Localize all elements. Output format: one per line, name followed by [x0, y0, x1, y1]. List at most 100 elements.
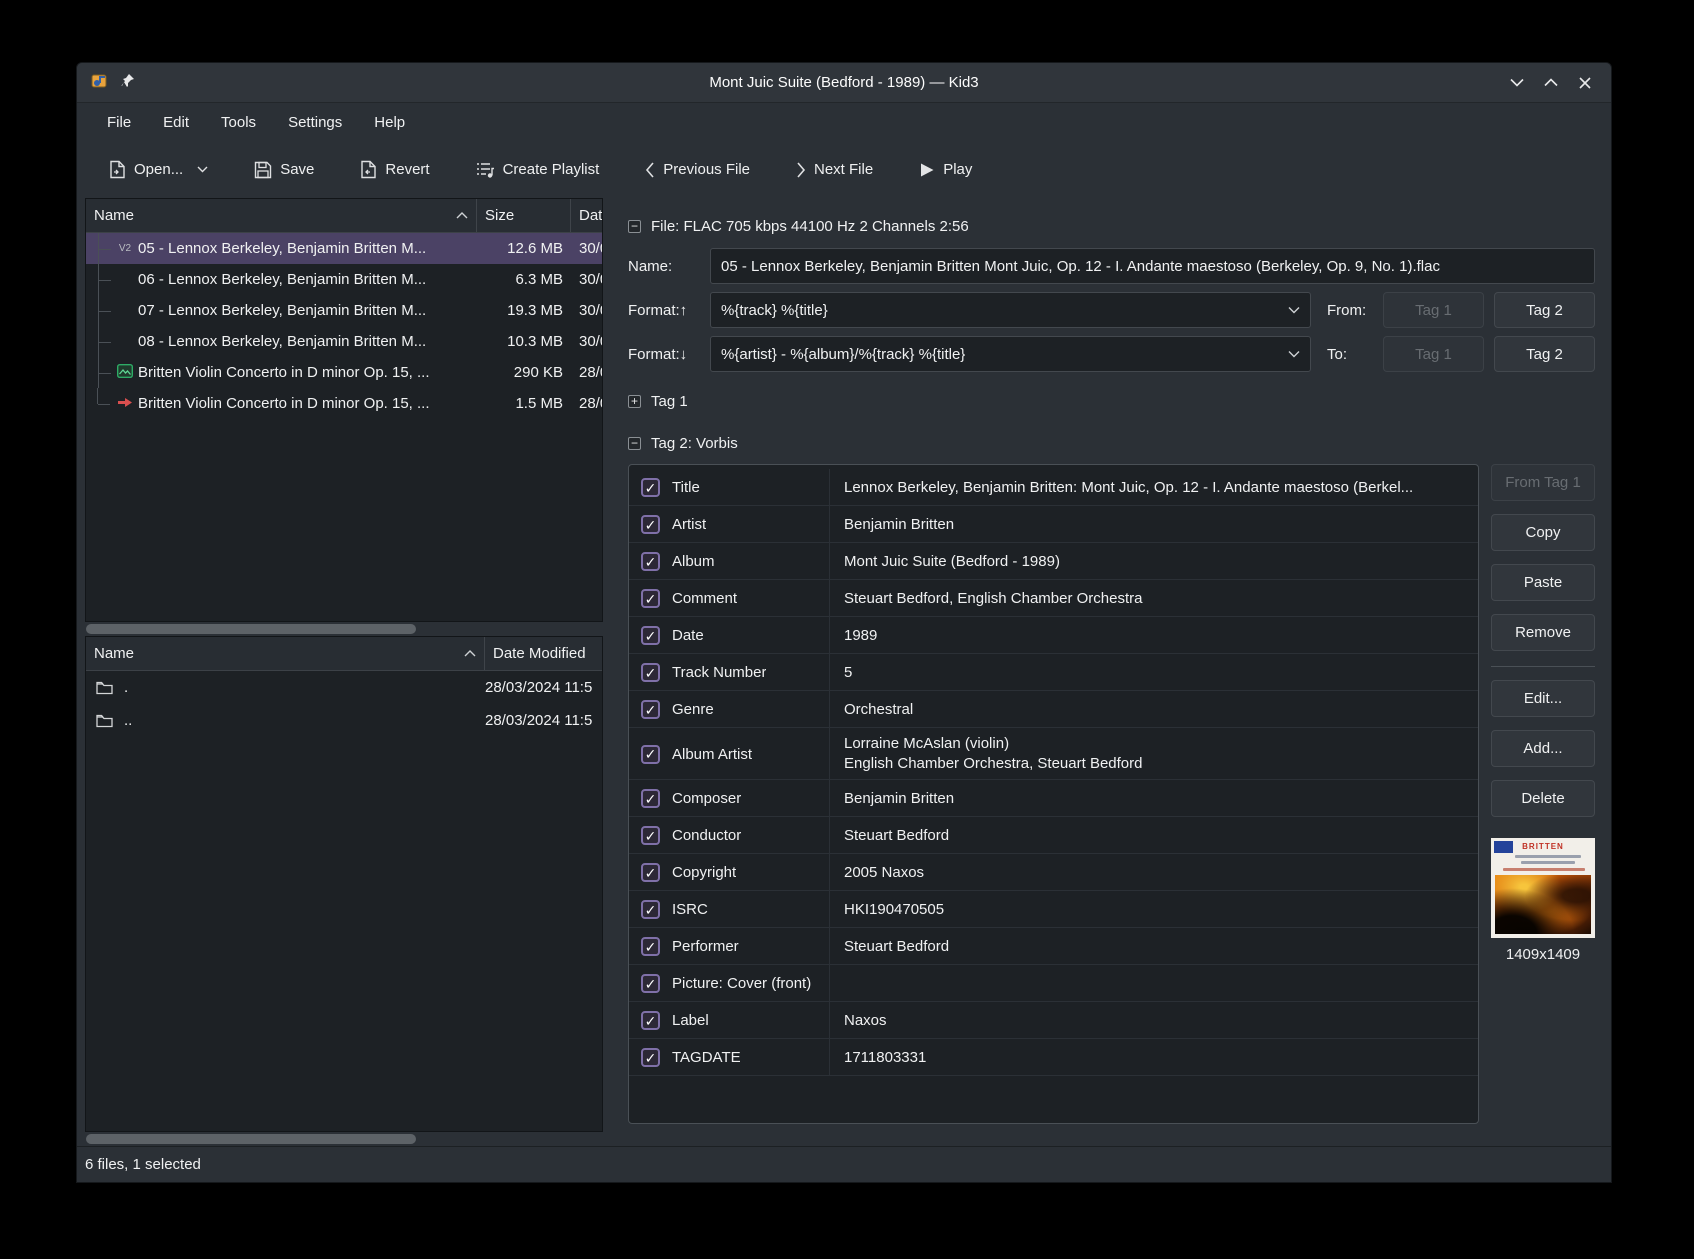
format-down-combobox[interactable]: %{artist} - %{album}/%{track} %{title}	[710, 336, 1311, 372]
directory-row[interactable]: . 28/03/2024 11:5	[86, 671, 602, 704]
tag-field-cell[interactable]: ✓ Comment	[629, 580, 829, 617]
checkbox-checked-icon[interactable]: ✓	[641, 515, 660, 534]
tag-field-cell[interactable]: ✓ Album	[629, 543, 829, 580]
file-row[interactable]: 06 - Lennox Berkeley, Benjamin Britten M…	[86, 264, 602, 295]
tag-value-cell[interactable]: Steuart Bedford, English Chamber Orchest…	[829, 580, 1478, 616]
file-row[interactable]: Britten Violin Concerto in D minor Op. 1…	[86, 388, 602, 419]
checkbox-checked-icon[interactable]: ✓	[641, 663, 660, 682]
tag-value-cell[interactable]: 1989	[829, 617, 1478, 653]
tag1-section[interactable]: + Tag 1	[628, 388, 1595, 414]
checkbox-checked-icon[interactable]: ✓	[641, 863, 660, 882]
create-playlist-button[interactable]: Create Playlist	[466, 154, 610, 186]
tag-value-cell[interactable]: Orchestral	[829, 691, 1478, 727]
album-cover-thumbnail[interactable]: BRITTEN	[1491, 838, 1595, 938]
menu-settings[interactable]: Settings	[274, 110, 356, 135]
tag-value-cell[interactable]: 2005 Naxos	[829, 854, 1478, 890]
from-tag1-button[interactable]: Tag 1	[1383, 292, 1484, 328]
tag-value-cell[interactable]: Naxos	[829, 1002, 1478, 1038]
checkbox-checked-icon[interactable]: ✓	[641, 745, 660, 764]
checkbox-checked-icon[interactable]: ✓	[641, 1048, 660, 1067]
open-dropdown-chevron-icon[interactable]	[197, 166, 208, 173]
tag-field-cell[interactable]: ✓ Picture: Cover (front)	[629, 965, 829, 1002]
menu-file[interactable]: File	[93, 110, 145, 135]
copy-button[interactable]: Copy	[1491, 514, 1595, 551]
to-tag2-button[interactable]: Tag 2	[1494, 336, 1595, 372]
tag-field-cell[interactable]: ✓ Copyright	[629, 854, 829, 891]
tag-value-cell[interactable]: Lennox Berkeley, Benjamin Britten: Mont …	[829, 469, 1478, 505]
tag-value-cell[interactable]: 1711803331	[829, 1039, 1478, 1075]
column-header-date[interactable]: Date	[571, 199, 602, 232]
tag-value-cell[interactable]: HKI190470505	[829, 891, 1478, 927]
edit-button[interactable]: Edit...	[1491, 680, 1595, 717]
tag-field-cell[interactable]: ✓ TAGDATE	[629, 1039, 829, 1076]
scrollbar-thumb[interactable]	[86, 624, 416, 634]
filename-input[interactable]: 05 - Lennox Berkeley, Benjamin Britten M…	[710, 248, 1595, 284]
checkbox-checked-icon[interactable]: ✓	[641, 478, 660, 497]
file-row[interactable]: V2 05 - Lennox Berkeley, Benjamin Britte…	[86, 233, 602, 264]
checkbox-checked-icon[interactable]: ✓	[641, 626, 660, 645]
file-row[interactable]: 07 - Lennox Berkeley, Benjamin Britten M…	[86, 295, 602, 326]
tag-value-cell[interactable]: Lorraine McAslan (violin) English Chambe…	[829, 728, 1478, 779]
save-button[interactable]: Save	[244, 154, 324, 186]
collapse-icon[interactable]: −	[628, 220, 641, 233]
previous-file-button[interactable]: Previous File	[635, 154, 760, 185]
checkbox-checked-icon[interactable]: ✓	[641, 974, 660, 993]
checkbox-checked-icon[interactable]: ✓	[641, 900, 660, 919]
revert-button[interactable]: Revert	[350, 153, 439, 186]
tag-field-cell[interactable]: ✓ Album Artist	[629, 728, 829, 780]
next-file-button[interactable]: Next File	[786, 154, 883, 185]
tag-field-cell[interactable]: ✓ Composer	[629, 780, 829, 817]
tag-value-cell[interactable]	[829, 965, 1478, 1001]
tag-field-cell[interactable]: ✓ ISRC	[629, 891, 829, 928]
expand-icon[interactable]: +	[628, 395, 641, 408]
play-button[interactable]: Play	[909, 154, 982, 185]
checkbox-checked-icon[interactable]: ✓	[641, 937, 660, 956]
tag-value-cell[interactable]: 5	[829, 654, 1478, 690]
chevron-down-icon[interactable]	[1288, 350, 1300, 358]
tag-field-cell[interactable]: ✓ Genre	[629, 691, 829, 728]
tag-field-cell[interactable]: ✓ Title	[629, 469, 829, 506]
open-button[interactable]: Open...	[99, 153, 218, 186]
checkbox-checked-icon[interactable]: ✓	[641, 589, 660, 608]
tag2-section[interactable]: − Tag 2: Vorbis	[628, 430, 1595, 456]
checkbox-checked-icon[interactable]: ✓	[641, 1011, 660, 1030]
menu-help[interactable]: Help	[360, 110, 419, 135]
delete-button[interactable]: Delete	[1491, 780, 1595, 817]
chevron-down-icon[interactable]	[1288, 306, 1300, 314]
from-tag2-button[interactable]: Tag 2	[1494, 292, 1595, 328]
tag-field-cell[interactable]: ✓ Artist	[629, 506, 829, 543]
tag-value-cell[interactable]: Benjamin Britten	[829, 780, 1478, 816]
column-header-name[interactable]: Name	[86, 199, 477, 232]
tag-value-cell[interactable]: Steuart Bedford	[829, 928, 1478, 964]
tag-field-cell[interactable]: ✓ Date	[629, 617, 829, 654]
checkbox-checked-icon[interactable]: ✓	[641, 826, 660, 845]
tag-value-cell[interactable]: Mont Juic Suite (Bedford - 1989)	[829, 543, 1478, 579]
scrollbar-thumb[interactable]	[86, 1134, 416, 1144]
checkbox-checked-icon[interactable]: ✓	[641, 552, 660, 571]
from-tag-1-button[interactable]: From Tag 1	[1491, 464, 1595, 501]
tag-field-cell[interactable]: ✓ Label	[629, 1002, 829, 1039]
splitter-handle[interactable]	[603, 198, 620, 1146]
tag-field-cell[interactable]: ✓ Conductor	[629, 817, 829, 854]
pin-icon[interactable]	[121, 73, 135, 92]
tag-field-cell[interactable]: ✓ Track Number	[629, 654, 829, 691]
checkbox-checked-icon[interactable]: ✓	[641, 700, 660, 719]
checkbox-checked-icon[interactable]: ✓	[641, 789, 660, 808]
tag-field-cell[interactable]: ✓ Performer	[629, 928, 829, 965]
menu-edit[interactable]: Edit	[149, 110, 203, 135]
file-row[interactable]: 08 - Lennox Berkeley, Benjamin Britten M…	[86, 326, 602, 357]
tag-value-cell[interactable]: Benjamin Britten	[829, 506, 1478, 542]
collapse-icon[interactable]: −	[628, 437, 641, 450]
menu-tools[interactable]: Tools	[207, 110, 270, 135]
close-icon[interactable]	[1575, 73, 1595, 93]
maximize-icon[interactable]	[1541, 73, 1561, 93]
minimize-icon[interactable]	[1507, 73, 1527, 93]
tag-value-cell[interactable]: Steuart Bedford	[829, 817, 1478, 853]
paste-button[interactable]: Paste	[1491, 564, 1595, 601]
column-header-date-modified[interactable]: Date Modified	[485, 637, 602, 670]
directory-row[interactable]: .. 28/03/2024 11:5	[86, 704, 602, 737]
column-header-name[interactable]: Name	[86, 637, 485, 670]
column-header-size[interactable]: Size	[477, 199, 571, 232]
to-tag1-button[interactable]: Tag 1	[1383, 336, 1484, 372]
format-up-combobox[interactable]: %{track} %{title}	[710, 292, 1311, 328]
